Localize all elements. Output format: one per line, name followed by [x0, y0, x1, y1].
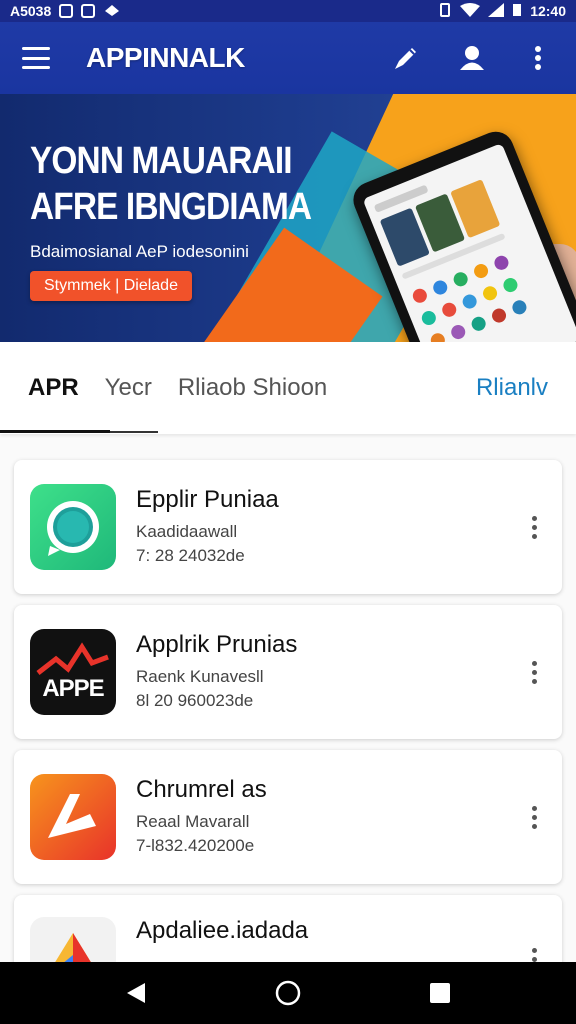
more-options-icon[interactable] [522, 507, 546, 547]
app-developer: Kaadidaawall [136, 522, 238, 541]
notification-icon-2 [81, 4, 96, 18]
battery-icon [512, 3, 522, 20]
more-options-icon[interactable] [522, 42, 554, 74]
home-icon[interactable] [268, 973, 308, 1013]
green-chat-icon [30, 484, 116, 570]
vibrate-icon [438, 2, 452, 20]
notification-icon [59, 4, 74, 18]
edit-icon[interactable] [390, 42, 422, 74]
tab-bar: APR Yecr Rliaob Shioon Rlianlv [0, 342, 576, 434]
app-name: Apdaliee.iadada [136, 917, 309, 944]
app-name: Chrumrel as [136, 776, 267, 803]
screen: A5038 12:40 APPINNALK YONN MAUARAII AFRE… [0, 0, 576, 1024]
orange-arrow-icon [30, 774, 116, 860]
notification-icon-3 [103, 3, 121, 20]
banner-headline: YONN MAUARAII AFRE IBNGDIAMA [30, 138, 312, 230]
tab-rlianlv[interactable]: Rlianlv [476, 374, 548, 402]
list-item[interactable]: APPE Applrik Prunias Raenk Kunavesll 8l … [14, 605, 562, 739]
back-icon[interactable] [116, 973, 156, 1013]
banner-headline-line2: AFRE IBNGDIAMA [30, 186, 312, 228]
app-developer: Raenk Kunavesll [136, 667, 264, 686]
app-meta: 8l 20 960023de [136, 691, 254, 710]
status-time: 12:40 [530, 3, 566, 19]
app-bar: APPINNALK [0, 22, 576, 94]
status-bar: A5038 12:40 [0, 0, 576, 22]
appe-logo-icon: APPE [30, 629, 116, 715]
tab-indicator-secondary [110, 431, 158, 433]
banner-cta-button[interactable]: Stymmek | Dielade [30, 271, 192, 301]
tab-rliaob-shioon[interactable]: Rliaob Shioon [178, 374, 327, 402]
app-meta: 7: 28 24032de [136, 546, 245, 565]
more-options-icon[interactable] [522, 652, 546, 692]
account-icon[interactable] [456, 42, 488, 74]
tab-yecr[interactable]: Yecr [105, 374, 152, 402]
wifi-icon [460, 2, 481, 20]
more-options-icon[interactable] [522, 797, 546, 837]
banner-headline-line1: YONN MAUARAII [30, 140, 293, 182]
app-title: APPINNALK [86, 42, 245, 73]
list-item[interactable]: Chrumrel as Reaal Mavarall 7-l832.420200… [14, 750, 562, 884]
app-meta: 7-l832.420200e [136, 836, 255, 855]
list-item[interactable]: Epplir Puniaa Kaadidaawall 7: 28 24032de [14, 460, 562, 594]
signal-icon [488, 2, 505, 20]
tab-indicator [0, 430, 110, 433]
recents-icon[interactable] [420, 973, 460, 1013]
promo-banner[interactable]: YONN MAUARAII AFRE IBNGDIAMA Bdaimosiana… [0, 94, 576, 342]
menu-icon[interactable] [22, 47, 50, 69]
tab-apr[interactable]: APR [28, 374, 79, 402]
app-icon-text: APPE [42, 675, 104, 702]
status-left-text: A5038 [10, 3, 52, 19]
app-name: Applrik Prunias [136, 631, 298, 658]
system-nav-bar [0, 962, 576, 1024]
app-name: Epplir Puniaa [136, 486, 279, 513]
banner-subtitle: Bdaimosianal AeP iodesonini [30, 242, 249, 261]
app-developer: Reaal Mavarall [136, 812, 250, 831]
